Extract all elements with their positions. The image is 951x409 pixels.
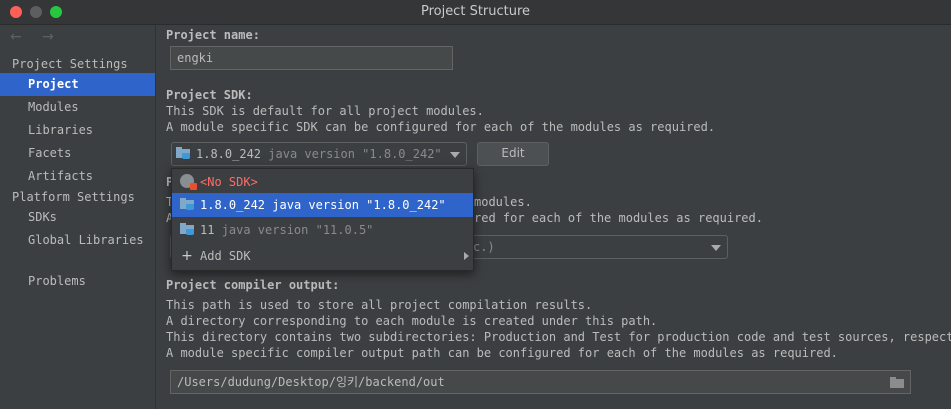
compiler-output-path-input[interactable]: /Users/dudung/Desktop/잉키/backend/out <box>170 370 911 394</box>
sdk-dropdown-menu: <No SDK> 1.8.0_242 java version "1.8.0_2… <box>171 168 474 271</box>
language-level-description-2-end: red for each of the modules as required. <box>474 211 763 225</box>
window-title: Project Structure <box>420 4 531 19</box>
project-sdk-description-2: A module specific SDK can be configured … <box>166 120 716 134</box>
jdk-folder-icon <box>176 147 191 159</box>
sidebar-item-artifacts[interactable]: Artifacts <box>0 165 155 188</box>
project-sdk-label: Project SDK: <box>166 88 253 102</box>
jdk-folder-icon <box>180 198 195 210</box>
add-sdk-label: Add SDK <box>200 249 251 263</box>
globe-error-icon <box>180 174 197 190</box>
sdk-option-11[interactable]: 11 java version "11.0.5" <box>172 218 473 242</box>
no-sdk-label: <No SDK> <box>200 175 258 189</box>
project-sdk-select[interactable]: 1.8.0_242 java version "1.8.0_242" <box>171 142 467 166</box>
compiler-output-label: Project compiler output: <box>166 278 340 292</box>
sdk-option-add-sdk[interactable]: + Add SDK <box>172 244 473 268</box>
sdk-option-no-sdk[interactable]: <No SDK> <box>172 170 473 194</box>
sdk-option-detail: java version "11.0.5" <box>221 223 374 237</box>
sidebar-item-sdks[interactable]: SDKs <box>0 206 155 229</box>
compiler-output-description-4: A module specific compiler output path c… <box>166 346 838 360</box>
sdk-option-detail: java version "1.8.0_242" <box>272 198 446 212</box>
sdk-option-1-8-0-242[interactable]: 1.8.0_242 java version "1.8.0_242" <box>172 193 473 217</box>
browse-folder-icon[interactable] <box>890 377 904 388</box>
sidebar-item-project[interactable]: Project <box>0 73 155 96</box>
chevron-right-icon <box>464 252 469 260</box>
project-name-label: Project name: <box>166 28 260 42</box>
plus-icon: + <box>181 248 193 264</box>
sidebar-item-libraries[interactable]: Libraries <box>0 119 155 142</box>
project-sdk-description-1: This SDK is default for all project modu… <box>166 104 484 118</box>
chevron-down-icon <box>711 245 721 251</box>
jdk-folder-icon <box>180 223 195 235</box>
compiler-output-path: /Users/dudung/Desktop/잉키/backend/out <box>177 375 445 389</box>
sidebar-item-problems[interactable]: Problems <box>0 270 155 293</box>
project-name-input[interactable]: engki <box>170 46 453 70</box>
compiler-output-description-1: This path is used to store all project c… <box>166 298 593 312</box>
compiler-output-description-3: This directory contains two subdirectori… <box>166 330 951 344</box>
language-level-description-1-end: modules. <box>474 195 532 209</box>
platform-settings-header: Platform Settings <box>12 190 135 204</box>
sdk-option-name: 1.8.0_242 <box>200 198 266 212</box>
selected-sdk-version: 1.8.0_242 <box>196 147 262 161</box>
sidebar: ← → Project Settings Project Modules Lib… <box>0 25 156 409</box>
title-bar: Project Structure <box>0 0 951 25</box>
back-forward-arrows-icon[interactable]: ← → <box>10 29 62 45</box>
project-settings-header: Project Settings <box>12 57 128 71</box>
sdk-option-name: 11 <box>200 223 215 237</box>
sidebar-item-facets[interactable]: Facets <box>0 142 155 165</box>
language-level-value: c.) <box>473 240 495 254</box>
sidebar-item-modules[interactable]: Modules <box>0 96 155 119</box>
sidebar-item-global-libraries[interactable]: Global Libraries <box>0 229 155 252</box>
compiler-output-description-2: A directory corresponding to each module… <box>166 314 658 328</box>
selected-sdk-detail: java version "1.8.0_242" <box>268 147 442 161</box>
chevron-down-icon <box>450 152 460 158</box>
edit-sdk-button[interactable]: Edit <box>477 142 549 166</box>
